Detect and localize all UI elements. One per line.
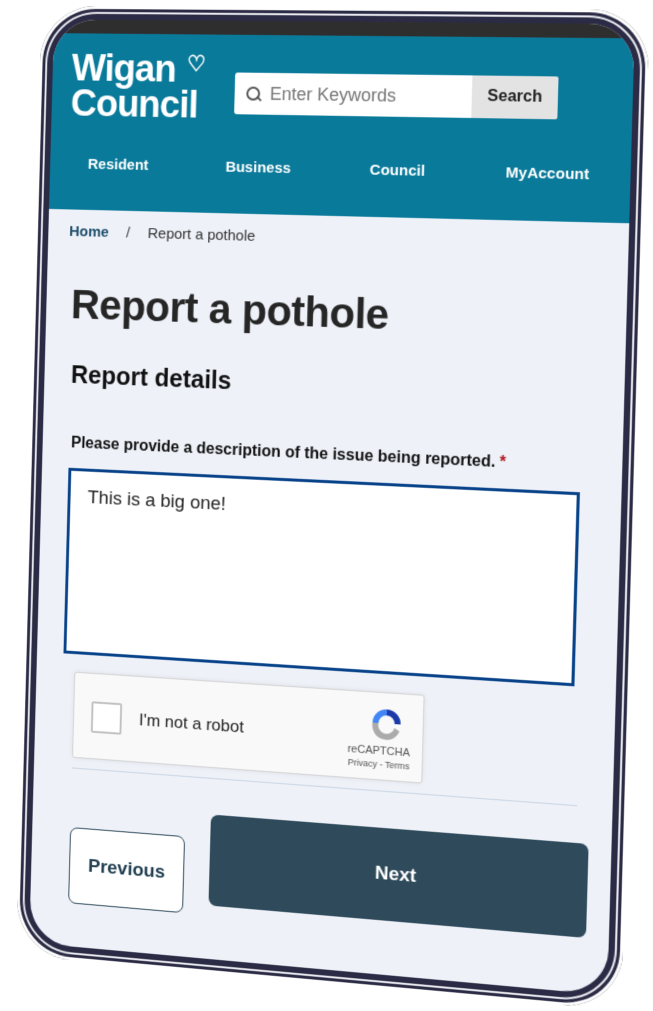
wigan-council-logo[interactable]: Wigan Council ♡ [70, 47, 205, 127]
logo-line-2: Council [70, 83, 199, 127]
previous-button[interactable]: Previous [68, 827, 186, 914]
recaptcha-icon [371, 708, 402, 741]
page-title: Report a pothole [70, 280, 390, 339]
search-button[interactable]: Search [471, 75, 559, 120]
description-label: Please provide a description of the issu… [71, 435, 600, 477]
heart-icon: ♡ [186, 51, 206, 77]
search-bar: Search [234, 72, 559, 120]
recaptcha-widget: I'm not a robot reCAPTCHA Privacy - Term… [72, 671, 425, 784]
breadcrumb-home[interactable]: Home [69, 223, 109, 241]
recaptcha-label: I'm not a robot [138, 710, 245, 737]
nav-item-myaccount[interactable]: MyAccount [506, 164, 590, 183]
main-content: Home / Report a pothole Report a pothole… [30, 209, 629, 950]
screen: Wigan Council ♡ Search Resident Business… [29, 19, 635, 996]
required-marker: * [499, 453, 507, 472]
next-button[interactable]: Next [208, 814, 589, 938]
breadcrumb-separator: / [126, 224, 131, 242]
breadcrumb-current: Report a pothole [147, 225, 256, 245]
tablet-frame: Wigan Council ♡ Search Resident Business… [15, 5, 650, 1011]
section-title: Report details [70, 361, 232, 396]
logo-line-1: Wigan [71, 47, 177, 91]
recaptcha-checkbox[interactable] [90, 701, 123, 735]
nav-item-business[interactable]: Business [225, 159, 291, 177]
site-header: Wigan Council ♡ Search Resident Business… [49, 33, 635, 224]
form-actions: Previous Next [51, 792, 589, 948]
search-icon [246, 87, 260, 101]
search-input[interactable] [267, 82, 463, 109]
description-textarea[interactable]: This is a big one! [63, 467, 580, 687]
recaptcha-privacy-terms-links[interactable]: Privacy - Terms [347, 757, 409, 772]
nav-item-resident[interactable]: Resident [88, 156, 149, 174]
description-label-text: Please provide a description of the issu… [70, 434, 496, 471]
main-nav: Resident Business Council MyAccount [50, 155, 631, 184]
nav-item-council[interactable]: Council [370, 162, 426, 180]
